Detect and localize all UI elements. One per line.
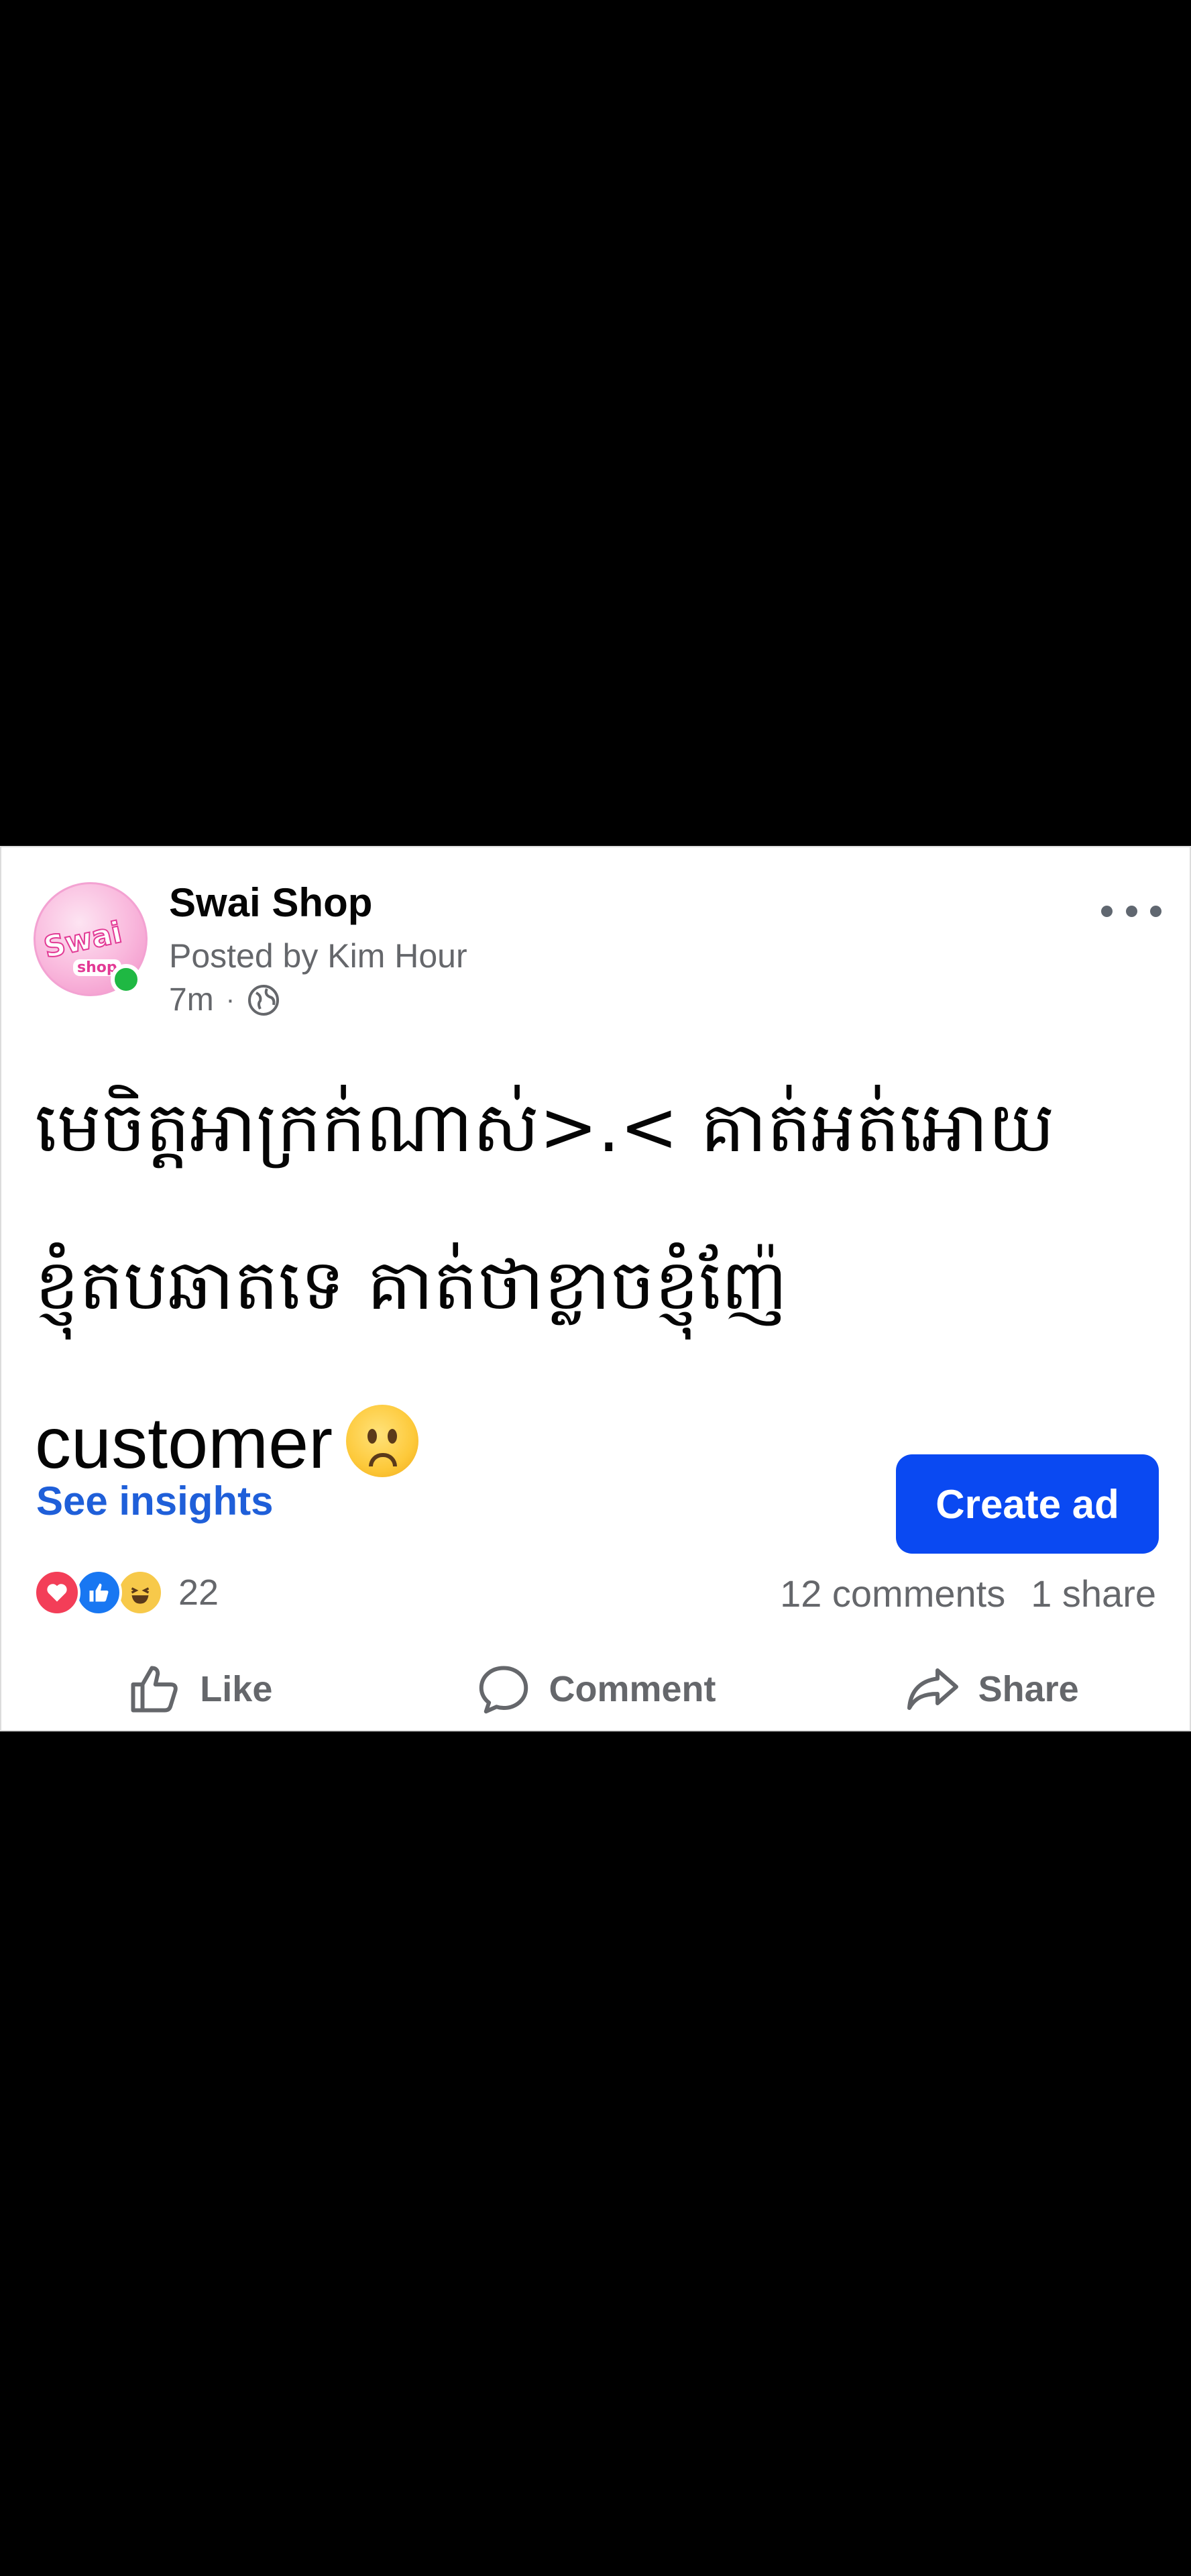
posted-by: Posted by Kim Hour [169,937,467,975]
meta-separator: · [225,985,235,1014]
frowning-face-emoji-icon [346,1405,419,1477]
comment-label: Comment [549,1669,716,1709]
like-icon [75,1569,122,1616]
share-label: Share [978,1669,1079,1709]
comment-icon [479,1666,528,1714]
action-bar: Like Comment Share [1,1649,1190,1729]
online-status-indicator [111,964,141,995]
haha-icon [117,1569,164,1616]
shares-count[interactable]: 1 share [1031,1572,1156,1615]
post-text-line-2: ខ្ញុំតបឆាតទេ គាត់ថាខ្លាចខ្ញុំញ៉ែ [35,1244,788,1326]
page-name[interactable]: Swai Shop [169,879,372,926]
globe-icon [248,984,280,1016]
love-icon [34,1569,80,1616]
post-time[interactable]: 7m [169,981,214,1018]
reactions-summary[interactable]: 22 [34,1569,219,1616]
like-label: Like [200,1669,273,1709]
post-meta: 7m · [169,981,280,1018]
comment-button[interactable]: Comment [398,1649,794,1729]
create-ad-button[interactable]: Create ad [896,1454,1159,1554]
comments-count[interactable]: 12 comments [780,1572,1005,1615]
like-icon [131,1666,178,1713]
see-insights-link[interactable]: See insights [36,1478,273,1524]
share-button[interactable]: Share [793,1649,1190,1729]
post-card: Swai shop Swai Shop Posted by Kim Hour 7… [0,846,1191,1731]
post-text-line-1: មេចិត្តអាក្រក់ណាស់>.< គាត់អត់អោយ [35,1086,1055,1168]
engagement-counts: 12 comments 1 share [780,1572,1156,1615]
reaction-count: 22 [178,1572,219,1613]
more-options-icon[interactable] [1101,894,1161,928]
share-icon [907,1668,958,1710]
post-text-latin: customer [35,1402,333,1483]
avatar-logo-text: Swai [40,914,125,965]
post-text: មេចិត្តអាក្រក់ណាស់>.< គាត់អត់អោយ ខ្ញុំតប… [35,1049,1161,1523]
like-button[interactable]: Like [1,1649,398,1729]
